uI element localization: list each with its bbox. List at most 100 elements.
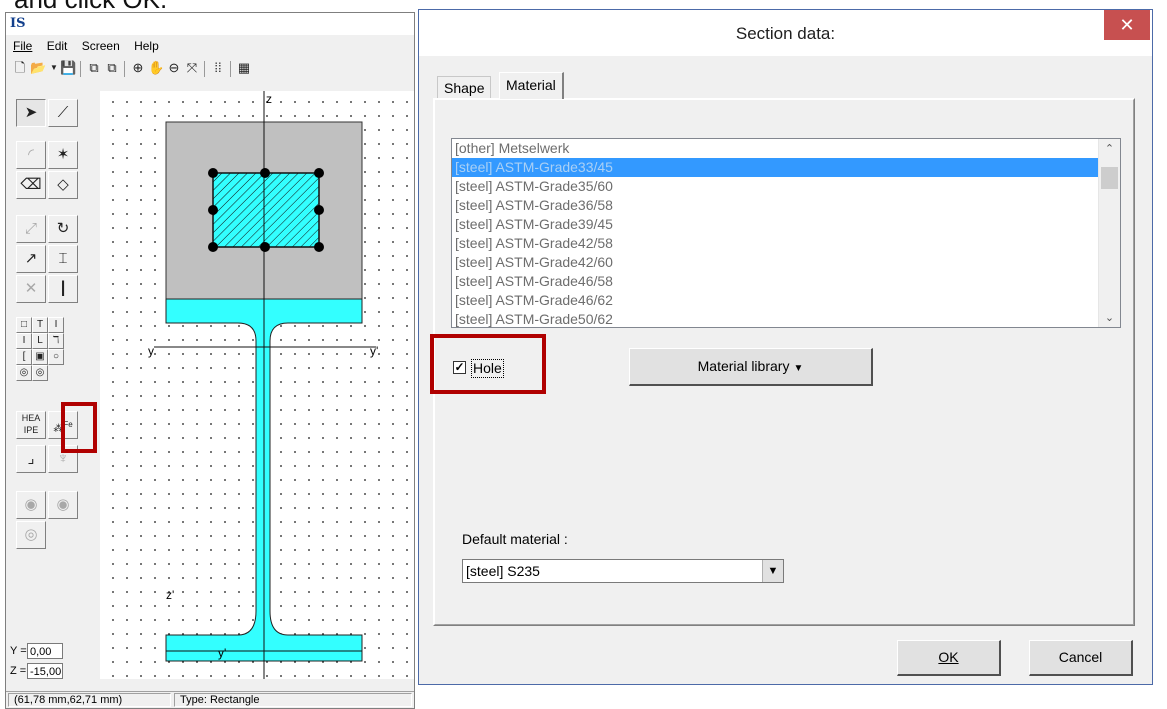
rectangle-shape-icon[interactable]: □ xyxy=(16,317,32,333)
arc-icon[interactable]: ◜ xyxy=(16,141,46,169)
default-material-value: [steel] S235 xyxy=(466,563,540,579)
cursor-position: (61,78 mm,62,71 mm) xyxy=(8,693,171,707)
select-point-icon[interactable]: ➤ xyxy=(16,99,46,127)
hollow-rect-icon[interactable]: ▣ xyxy=(32,349,48,365)
y-prime-bottom-label: y' xyxy=(218,646,226,660)
y-axis-label: y xyxy=(148,344,154,358)
cancel-button[interactable]: Cancel xyxy=(1029,640,1133,676)
open-folder-icon[interactable]: 📂 xyxy=(30,59,46,77)
intersect-icon[interactable]: ◎ xyxy=(16,521,46,549)
material-list-item[interactable]: [steel] ASTM-Grade42/60 xyxy=(452,253,1098,272)
l-shape-icon[interactable]: L xyxy=(32,333,48,349)
i-shape-icon[interactable]: I xyxy=(48,317,64,333)
highlight-material-button xyxy=(61,402,97,453)
ok-button[interactable]: OK xyxy=(897,640,1001,676)
star-point-icon[interactable]: ✶ xyxy=(48,141,78,169)
dialog-titlebar: Section data: ✕ xyxy=(419,10,1152,56)
ok-label: OK xyxy=(938,649,959,665)
mirror-shape-icon[interactable]: ◇ xyxy=(48,171,78,199)
material-list-item[interactable]: [steel] ASTM-Grade35/60 xyxy=(452,177,1098,196)
material-list-item-selected[interactable]: [steel] ASTM-Grade33/45 xyxy=(452,158,1098,177)
draw-line-icon[interactable]: ⟋ xyxy=(48,99,78,127)
material-library-label: Material library xyxy=(697,358,790,374)
y-coordinate-row: Y = 0,00 xyxy=(10,643,70,661)
chevron-down-icon[interactable]: ▼ xyxy=(762,560,783,582)
toolbar-separator xyxy=(80,61,81,77)
z-coordinate-row: Z = -15,00 xyxy=(10,663,70,681)
z-coordinate-input[interactable]: -15,00 xyxy=(27,663,63,679)
copy-icon[interactable]: ⧉ xyxy=(86,59,102,77)
material-list[interactable]: [other] Metselwerk [steel] ASTM-Grade33/… xyxy=(451,138,1121,328)
transform-icon[interactable]: ↗ xyxy=(16,245,46,273)
scale-icon[interactable]: ✕ xyxy=(16,275,46,303)
toolbar: 🗋 📂 ▼ 💾 ⧉ ⧉ ⊕ ✋ ⊖ ⤧ ⁞⁞ ▦ xyxy=(10,59,410,81)
tab-material[interactable]: Material xyxy=(499,72,564,99)
app-titlebar: IS xyxy=(6,13,414,35)
menu-help[interactable]: Help xyxy=(134,39,159,53)
move-point-icon[interactable]: ⤢ xyxy=(16,215,46,243)
material-list-item[interactable]: [steel] ASTM-Grade42/58 xyxy=(452,234,1098,253)
highlight-hole-checkbox xyxy=(430,334,546,394)
material-list-scrollbar[interactable]: ⌃ ⌄ xyxy=(1098,139,1120,327)
hea-label: HEA xyxy=(21,413,41,423)
material-list-item[interactable]: [other] Metselwerk xyxy=(452,139,1098,158)
circle-shape-icon[interactable]: ○ xyxy=(48,349,64,365)
y-coordinate-label: Y = xyxy=(10,645,27,657)
material-list-item[interactable]: [steel] ASTM-Grade36/58 xyxy=(452,196,1098,215)
union-icon[interactable]: ◉ xyxy=(16,491,46,519)
zoom-extents-icon[interactable]: ⤧ xyxy=(184,59,200,77)
i-beam-icon[interactable]: Ι xyxy=(48,275,78,303)
z-coordinate-label: Z = xyxy=(10,665,27,677)
profile-section-icon[interactable]: ⌶ xyxy=(48,245,78,273)
y-prime-axis-label: y' xyxy=(370,344,378,358)
default-material-select[interactable]: [steel] S235 ▼ xyxy=(462,559,784,583)
new-file-icon[interactable]: 🗋 xyxy=(12,59,28,77)
rotate-icon[interactable]: ↻ xyxy=(48,215,78,243)
i-profile-shape-icon[interactable]: I xyxy=(16,333,32,349)
close-icon[interactable]: ✕ xyxy=(1104,10,1150,40)
pan-hand-icon[interactable]: ✋ xyxy=(148,59,164,77)
section-drawing: z y y' z' y' xyxy=(148,91,378,679)
tab-shape[interactable]: Shape xyxy=(437,76,492,99)
object-type: Type: Rectangle xyxy=(174,693,412,707)
scroll-down-icon[interactable]: ⌄ xyxy=(1099,310,1120,327)
calculator-icon[interactable]: ▦ xyxy=(236,59,252,77)
grid-icon[interactable]: ⁞⁞ xyxy=(210,59,226,77)
corner-shape-icon[interactable]: ⌟ xyxy=(16,445,46,473)
drawing-canvas[interactable]: z y y' z' y' xyxy=(100,91,414,679)
material-list-items: [other] Metselwerk [steel] ASTM-Grade33/… xyxy=(452,139,1098,327)
double-circle-icon[interactable]: ◎ xyxy=(32,365,48,381)
t-shape-icon[interactable]: T xyxy=(32,317,48,333)
y-coordinate-input[interactable]: 0,00 xyxy=(27,643,63,659)
menu-edit[interactable]: Edit xyxy=(47,39,68,53)
tube-shape-icon[interactable]: ◎ xyxy=(16,365,32,381)
save-icon[interactable]: 💾 xyxy=(60,59,76,77)
ipe-label: IPE xyxy=(23,425,39,435)
material-list-item[interactable]: [steel] ASTM-Grade46/58 xyxy=(452,272,1098,291)
z-shape-icon[interactable]: ℸ xyxy=(48,333,64,349)
scroll-thumb[interactable] xyxy=(1101,167,1118,189)
cancel-label: Cancel xyxy=(1058,649,1103,665)
default-material-label: Default material : xyxy=(462,531,568,547)
zoom-in-icon[interactable]: ⊕ xyxy=(130,59,146,77)
menu-file[interactable]: File xyxy=(13,39,32,53)
paste-icon[interactable]: ⧉ xyxy=(104,59,120,77)
scroll-up-icon[interactable]: ⌃ xyxy=(1099,141,1120,158)
hea-ipe-profile-button[interactable]: HEA IPE xyxy=(16,411,46,439)
hole-rectangle-hatch xyxy=(213,173,319,247)
c-shape-icon[interactable]: [ xyxy=(16,349,32,365)
toolbar-separator xyxy=(204,61,205,77)
menu-screen[interactable]: Screen xyxy=(82,39,120,53)
material-list-item[interactable]: [steel] ASTM-Grade50/62 xyxy=(452,310,1098,327)
subtract-icon[interactable]: ◉ xyxy=(48,491,78,519)
z-prime-axis-label: z' xyxy=(166,588,174,602)
material-list-item[interactable]: [steel] ASTM-Grade46/62 xyxy=(452,291,1098,310)
material-list-item[interactable]: [steel] ASTM-Grade39/45 xyxy=(452,215,1098,234)
material-library-button[interactable]: Material library ▼ xyxy=(629,348,873,386)
dropdown-arrow-icon: ▼ xyxy=(793,363,804,374)
eraser-icon[interactable]: ⌫ xyxy=(16,171,46,199)
zoom-out-icon[interactable]: ⊖ xyxy=(166,59,182,77)
toolbar-separator xyxy=(124,61,125,77)
menu-bar: File Edit Screen Help xyxy=(6,39,163,57)
dialog-title: Section data: xyxy=(735,24,836,43)
